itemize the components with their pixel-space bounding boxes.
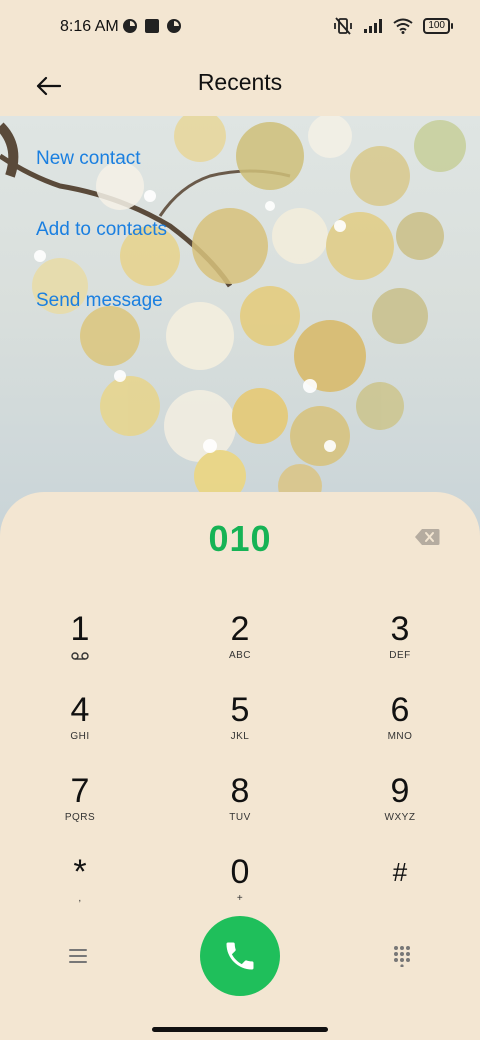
key-3[interactable]: 3 DEF (340, 610, 460, 680)
key-letters: DEF (389, 650, 411, 661)
key-digit: 6 (390, 691, 410, 729)
key-letters: ABC (228, 650, 252, 661)
backspace-icon[interactable] (414, 528, 440, 546)
key-digit: * (73, 853, 87, 891)
battery-icon: 100 (423, 18, 453, 34)
dialpad-toggle-button[interactable] (382, 936, 422, 976)
signal-icon (364, 19, 383, 33)
dialed-number: 010 (208, 518, 272, 559)
menu-button[interactable] (58, 936, 98, 976)
page-title: Recents (197, 69, 283, 95)
key-star[interactable]: * , (20, 853, 140, 923)
vibrate-off-icon (334, 17, 353, 35)
key-digit: 5 (230, 691, 250, 729)
key-digit: 4 (70, 691, 90, 729)
wifi-icon (393, 18, 413, 34)
wallpaper-background: New contact Add to contacts Send message (0, 116, 480, 536)
notification-icons (122, 18, 182, 34)
key-0[interactable]: 0 + (180, 853, 300, 923)
key-1[interactable]: 1 (20, 610, 140, 680)
key-digit: # (392, 857, 408, 887)
key-digit: 0 (230, 853, 250, 891)
key-digit: 2 (230, 610, 250, 648)
key-digit: 8 (230, 772, 250, 810)
key-2[interactable]: 2 ABC (180, 610, 300, 680)
key-4[interactable]: 4 GHI (20, 691, 140, 761)
status-time: 8:16 AM (60, 18, 119, 35)
key-digit: 7 (70, 772, 90, 810)
status-bar: 8:16 AM 100 (0, 0, 480, 56)
notification-circle-icon (123, 19, 137, 33)
key-letters: WXYZ (384, 812, 416, 823)
app-bar: Recents (0, 56, 480, 116)
voicemail-icon (71, 652, 89, 660)
home-indicator[interactable] (152, 1027, 328, 1032)
square-icon (145, 19, 159, 33)
key-letters: MNO (387, 731, 413, 742)
key-letters: , (78, 893, 82, 904)
key-8[interactable]: 8 TUV (180, 772, 300, 842)
phone-icon (226, 942, 254, 970)
key-letters: TUV (229, 812, 251, 823)
key-7[interactable]: 7 PQRS (20, 772, 140, 842)
key-digit: 3 (390, 610, 410, 648)
key-digit: 9 (390, 772, 410, 810)
blossom-wallpaper-image (0, 116, 466, 508)
key-9[interactable]: 9 WXYZ (340, 772, 460, 842)
system-icons: 100 (333, 16, 453, 36)
key-letters: PQRS (64, 812, 96, 823)
call-button[interactable] (200, 916, 280, 996)
send-message-link[interactable]: Send message (36, 290, 163, 312)
key-6[interactable]: 6 MNO (340, 691, 460, 761)
dialpad-grid-icon (394, 946, 410, 967)
key-letters: + (236, 893, 244, 904)
key-letters: JKL (230, 731, 250, 742)
key-digit: 1 (70, 610, 90, 648)
key-5[interactable]: 5 JKL (180, 691, 300, 761)
key-hash[interactable]: # (340, 853, 460, 923)
new-contact-link[interactable]: New contact (36, 148, 141, 170)
notification-circle-icon (167, 19, 181, 33)
add-to-contacts-link[interactable]: Add to contacts (36, 219, 167, 241)
dialpad-sheet: 010 1 2 ABC 3 DEF 4 GHI 5 JKL 6 MNO 7 PQ… (0, 492, 480, 1040)
menu-icon (69, 949, 87, 963)
key-letters: GHI (70, 731, 90, 742)
